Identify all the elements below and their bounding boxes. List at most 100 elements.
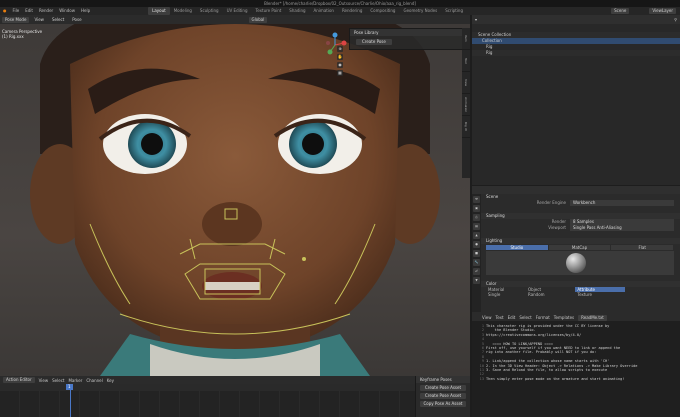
pose-asset-panel-title: Keyframe Poses bbox=[416, 376, 470, 383]
scene-selector[interactable]: Scene bbox=[611, 8, 630, 14]
te-menu-view[interactable]: View bbox=[482, 315, 492, 320]
menu-file[interactable]: File bbox=[10, 7, 23, 15]
orientation-selector[interactable]: Global bbox=[248, 16, 268, 23]
editor-mode-dropdown[interactable]: Action Editor bbox=[3, 377, 35, 383]
workspace-tab-texture[interactable]: Texture Paint bbox=[251, 7, 285, 15]
menu-edit[interactable]: Edit bbox=[22, 7, 36, 15]
color-option-random[interactable]: Random bbox=[526, 292, 575, 297]
zoom-icon[interactable]: ⊕ bbox=[337, 46, 343, 52]
properties-tabs: ⚒ ▣ ⎙ ▤ ▲ ● ■ 🔧 ☍ ▼ bbox=[472, 194, 481, 312]
menu-help[interactable]: Help bbox=[78, 7, 93, 15]
lighting-tab-flat[interactable]: Flat bbox=[611, 245, 674, 250]
sampling-viewport-row: Viewport Single Pass Anti-Aliasing bbox=[472, 225, 680, 231]
outliner: ▾ ⚲ Scene Collection Collection Rig Rig bbox=[472, 15, 680, 185]
workspace-tab-layout[interactable]: Layout bbox=[148, 7, 170, 15]
action-editor-header: Action Editor View Select Marker Channel… bbox=[0, 376, 470, 384]
viewport-menu-view[interactable]: View bbox=[31, 17, 47, 22]
npanel-tab-rig-ui[interactable]: Rig UI bbox=[462, 116, 470, 138]
text-file-selector[interactable]: ReadMe.txt bbox=[578, 314, 607, 321]
grid-icon[interactable]: ▦ bbox=[337, 70, 343, 76]
3d-viewport[interactable] bbox=[0, 24, 470, 376]
text-line: Then simply enter pose mode on the armat… bbox=[486, 376, 625, 381]
object-tab-icon[interactable]: ■ bbox=[473, 250, 480, 257]
menu-render[interactable]: Render bbox=[36, 7, 56, 15]
data-tab-icon[interactable]: ▼ bbox=[473, 277, 480, 284]
workspace-tab-sculpting[interactable]: Sculpting bbox=[196, 7, 223, 15]
properties-editor: Scene Render Engine Workbench Sampling R… bbox=[472, 186, 680, 314]
te-menu-select[interactable]: Select bbox=[519, 315, 531, 320]
tl-menu-key[interactable]: Key bbox=[107, 378, 114, 383]
line-numbers: 1 2 3 4 5 6 7 8 9 10 11 12 13 bbox=[472, 324, 484, 381]
tl-menu-marker[interactable]: Marker bbox=[68, 378, 82, 383]
tl-menu-view[interactable]: View bbox=[39, 378, 49, 383]
playhead[interactable]: 1 bbox=[66, 384, 73, 417]
object-info-line: (1) Rig.xxx bbox=[2, 34, 24, 39]
render-tab-icon[interactable]: ▣ bbox=[473, 205, 480, 212]
workspace-tab-modeling[interactable]: Modeling bbox=[170, 7, 196, 15]
outliner-search-icon[interactable]: ⚲ bbox=[674, 17, 677, 22]
te-menu-text[interactable]: Text bbox=[496, 315, 504, 320]
workspace-tab-scripting[interactable]: Scripting bbox=[441, 7, 467, 15]
workspace-tab-compositing[interactable]: Compositing bbox=[366, 7, 399, 15]
lighting-tab-matcap[interactable]: MatCap bbox=[548, 245, 611, 250]
render-engine-label: Render Engine bbox=[536, 200, 566, 205]
menu-window[interactable]: Window bbox=[56, 7, 78, 15]
pose-library-panel: Pose Library Create Pose bbox=[349, 28, 469, 50]
viewport-menu-select[interactable]: Select bbox=[49, 17, 67, 22]
outliner-row[interactable]: Rig bbox=[472, 50, 680, 56]
workspace-tab-animation[interactable]: Animation bbox=[310, 7, 338, 15]
pose-asset-panel: Keyframe Poses Create Pose Asset Create … bbox=[415, 376, 470, 417]
text-content[interactable]: This character rig is provided under the… bbox=[472, 321, 680, 381]
workspace-tab-geonodes[interactable]: Geometry Nodes bbox=[399, 7, 441, 15]
lighting-tab-studio[interactable]: Studio bbox=[486, 245, 548, 250]
tl-menu-channel[interactable]: Channel bbox=[86, 378, 102, 383]
line-number: 13 bbox=[479, 376, 484, 381]
create-pose-button[interactable]: Create Pose bbox=[356, 39, 392, 45]
npanel-tab-tool[interactable]: Tool bbox=[462, 50, 470, 72]
navigation-gizmo[interactable] bbox=[320, 30, 350, 60]
camera-icon[interactable]: ◉ bbox=[337, 62, 343, 68]
viewport-overlay-info: Camera Perspective (1) Rig.xxx bbox=[2, 29, 42, 39]
sampling-viewport-label: Viewport bbox=[548, 225, 566, 230]
studio-light-preview[interactable] bbox=[486, 251, 674, 275]
create-pose-asset-button[interactable]: Create Pose Asset bbox=[420, 385, 466, 391]
lighting-tabs: Studio MatCap Flat bbox=[486, 245, 674, 250]
npanel-tab-item[interactable]: Item bbox=[462, 28, 470, 50]
color-option-single[interactable]: Single bbox=[486, 292, 526, 297]
blender-logo-icon[interactable]: ● bbox=[0, 7, 10, 15]
text-editor[interactable]: View Text Edit Select Format Templates R… bbox=[472, 314, 680, 417]
outliner-filter-icon[interactable]: ▾ bbox=[475, 17, 477, 22]
view-layer-selector[interactable]: ViewLayer bbox=[649, 8, 676, 14]
npanel-tab-animation[interactable]: Animation bbox=[462, 94, 470, 116]
te-menu-templates[interactable]: Templates bbox=[554, 315, 574, 320]
constraint-tab-icon[interactable]: ☍ bbox=[473, 268, 480, 275]
workspace-tab-shading[interactable]: Shading bbox=[285, 7, 309, 15]
top-menu-bar: ● File Edit Render Window Help Layout Mo… bbox=[0, 7, 680, 15]
scene-tab-icon[interactable]: ▲ bbox=[473, 232, 480, 239]
tl-menu-select[interactable]: Select bbox=[52, 378, 64, 383]
viewport-header: Pose Mode View Select Pose Global bbox=[0, 15, 470, 24]
modifier-tab-icon[interactable]: 🔧 bbox=[473, 259, 480, 266]
lighting-panel-header[interactable]: Lighting bbox=[472, 238, 680, 244]
world-tab-icon[interactable]: ● bbox=[473, 241, 480, 248]
npanel-tab-view[interactable]: View bbox=[462, 72, 470, 94]
te-menu-format[interactable]: Format bbox=[536, 315, 550, 320]
color-option-texture[interactable]: Texture bbox=[575, 292, 624, 297]
te-menu-edit[interactable]: Edit bbox=[508, 315, 516, 320]
pan-hand-icon[interactable]: ✋ bbox=[337, 54, 343, 60]
window-title-bar: Blender* [/home/charlie/Dropbox/02_Outso… bbox=[0, 0, 680, 7]
create-pose-asset-button-2[interactable]: Create Pose Asset bbox=[420, 393, 466, 399]
workspace-tab-uv[interactable]: UV Editing bbox=[223, 7, 252, 15]
viewport-menu-pose[interactable]: Pose bbox=[69, 17, 84, 22]
render-engine-dropdown[interactable]: Workbench bbox=[570, 200, 674, 206]
tool-tab-icon[interactable]: ⚒ bbox=[473, 196, 480, 203]
workspace-tab-rendering[interactable]: Rendering bbox=[338, 7, 366, 15]
copy-pose-as-asset-button[interactable]: Copy Pose As Asset bbox=[420, 401, 466, 407]
action-editor[interactable]: Action Editor View Select Marker Channel… bbox=[0, 376, 470, 417]
output-tab-icon[interactable]: ⎙ bbox=[473, 214, 480, 221]
sampling-viewport-dropdown[interactable]: Single Pass Anti-Aliasing bbox=[570, 225, 674, 231]
view-layer-tab-icon[interactable]: ▤ bbox=[473, 223, 480, 230]
outliner-header: ▾ ⚲ bbox=[472, 15, 680, 24]
mode-selector[interactable]: Pose Mode bbox=[2, 16, 30, 23]
npanel-tabs: Item Tool View Animation Rig UI bbox=[462, 28, 470, 178]
